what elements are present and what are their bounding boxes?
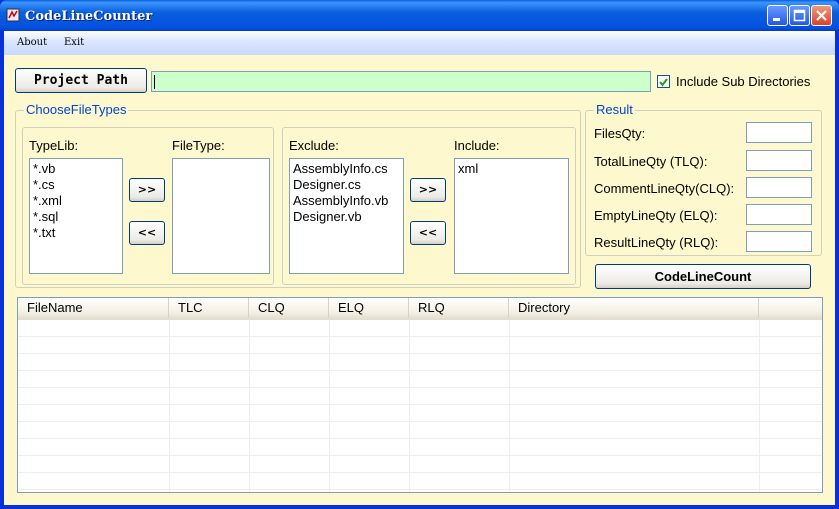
result-line-qty-label: ResultLineQty (RLQ):: [594, 235, 719, 250]
table-row[interactable]: [18, 371, 822, 388]
files-qty-field[interactable]: [746, 122, 812, 143]
table-row[interactable]: [18, 439, 822, 456]
column-header-directory[interactable]: Directory: [509, 298, 759, 318]
table-row[interactable]: [18, 422, 822, 439]
text-cursor: [154, 75, 155, 89]
results-grid[interactable]: FileName TLC CLQ ELQ RLQ Directory: [17, 297, 823, 493]
exclude-list[interactable]: AssemblyInfo.cs Designer.cs AssemblyInfo…: [289, 158, 404, 274]
list-item[interactable]: *.cs: [33, 177, 122, 193]
table-row[interactable]: [18, 337, 822, 354]
table-row[interactable]: [18, 405, 822, 422]
list-item[interactable]: *.sql: [33, 209, 122, 225]
app-icon: [6, 8, 20, 22]
grid-header: FileName TLC CLQ ELQ RLQ Directory: [18, 298, 822, 320]
typelib-list[interactable]: *.vb *.cs *.xml *.sql *.txt: [29, 158, 123, 274]
list-item[interactable]: xml: [458, 161, 568, 177]
column-divider: [759, 320, 760, 492]
table-row[interactable]: [18, 320, 822, 337]
comment-line-qty-field[interactable]: [746, 177, 812, 198]
close-icon: [816, 10, 827, 21]
include-subdirs-label: Include Sub Directories: [676, 74, 811, 89]
include-label: Include:: [454, 138, 500, 153]
table-row[interactable]: [18, 354, 822, 371]
table-row[interactable]: [18, 473, 822, 490]
maximize-icon: [793, 9, 806, 22]
total-line-qty-field[interactable]: [746, 150, 812, 171]
table-row[interactable]: [18, 388, 822, 405]
remove-filetype-button[interactable]: <<: [129, 221, 165, 245]
app-window: CodeLineCounter About Exit Project Path …: [0, 0, 839, 509]
menu-exit[interactable]: Exit: [64, 37, 84, 48]
choose-file-types-group: ChooseFileTypes TypeLib: *.vb *.cs *.xml…: [15, 102, 581, 288]
close-button[interactable]: [811, 5, 832, 26]
list-item[interactable]: *.txt: [33, 225, 122, 241]
list-item[interactable]: AssemblyInfo.vb: [293, 193, 403, 209]
minimize-icon: [773, 18, 780, 21]
column-divider: [249, 320, 250, 492]
include-subdirs-checkbox[interactable]: [657, 75, 670, 88]
empty-line-qty-label: EmptyLineQty (ELQ):: [594, 208, 718, 223]
column-divider: [329, 320, 330, 492]
column-divider: [169, 320, 170, 492]
exclude-include-subgroup: Exclude: AssemblyInfo.cs Designer.cs Ass…: [282, 127, 576, 285]
remove-include-button[interactable]: <<: [410, 221, 446, 245]
menu-about[interactable]: About: [17, 37, 47, 48]
title-bar[interactable]: CodeLineCounter: [0, 0, 839, 31]
result-title: Result: [594, 102, 635, 117]
column-header-elq[interactable]: ELQ: [329, 298, 409, 318]
menu-bar: About Exit: [4, 31, 835, 55]
checkmark-icon: [659, 78, 668, 87]
minimize-button[interactable]: [767, 5, 788, 26]
files-qty-label: FilesQty:: [594, 126, 646, 141]
typelib-label: TypeLib:: [29, 138, 79, 153]
exclude-label: Exclude:: [289, 138, 339, 153]
column-header-filename[interactable]: FileName: [18, 298, 169, 318]
typelib-subgroup: TypeLib: *.vb *.cs *.xml *.sql *.txt >> …: [22, 127, 274, 285]
code-line-count-button[interactable]: CodeLineCount: [595, 264, 811, 289]
project-path-input[interactable]: [151, 71, 651, 92]
list-item[interactable]: *.vb: [33, 161, 122, 177]
include-list[interactable]: xml: [454, 158, 569, 274]
list-item[interactable]: *.xml: [33, 193, 122, 209]
column-header-clq[interactable]: CLQ: [249, 298, 329, 318]
filetype-list[interactable]: [172, 158, 270, 274]
list-item[interactable]: Designer.vb: [293, 209, 403, 225]
column-header-rlq[interactable]: RLQ: [409, 298, 509, 318]
maximize-button[interactable]: [789, 5, 810, 26]
filetype-label: FileType:: [172, 138, 225, 153]
project-path-button[interactable]: Project Path: [15, 68, 147, 93]
choose-file-types-title: ChooseFileTypes: [24, 102, 129, 117]
column-divider: [409, 320, 410, 492]
window-title: CodeLineCounter: [25, 9, 153, 24]
result-group: Result FilesQty: TotalLineQty (TLQ): Com…: [585, 102, 822, 256]
result-line-qty-field[interactable]: [746, 231, 812, 252]
total-line-qty-label: TotalLineQty (TLQ):: [594, 154, 708, 169]
empty-line-qty-field[interactable]: [746, 204, 812, 225]
add-filetype-button[interactable]: >>: [129, 178, 165, 202]
add-include-button[interactable]: >>: [410, 178, 446, 202]
comment-line-qty-label: CommentLineQty(CLQ):: [594, 181, 735, 196]
client-area: About Exit Project Path Include Sub Dire…: [4, 31, 835, 505]
list-item[interactable]: AssemblyInfo.cs: [293, 161, 403, 177]
column-header-tlc[interactable]: TLC: [169, 298, 249, 318]
table-row[interactable]: [18, 456, 822, 473]
column-divider: [509, 320, 510, 492]
list-item[interactable]: Designer.cs: [293, 177, 403, 193]
